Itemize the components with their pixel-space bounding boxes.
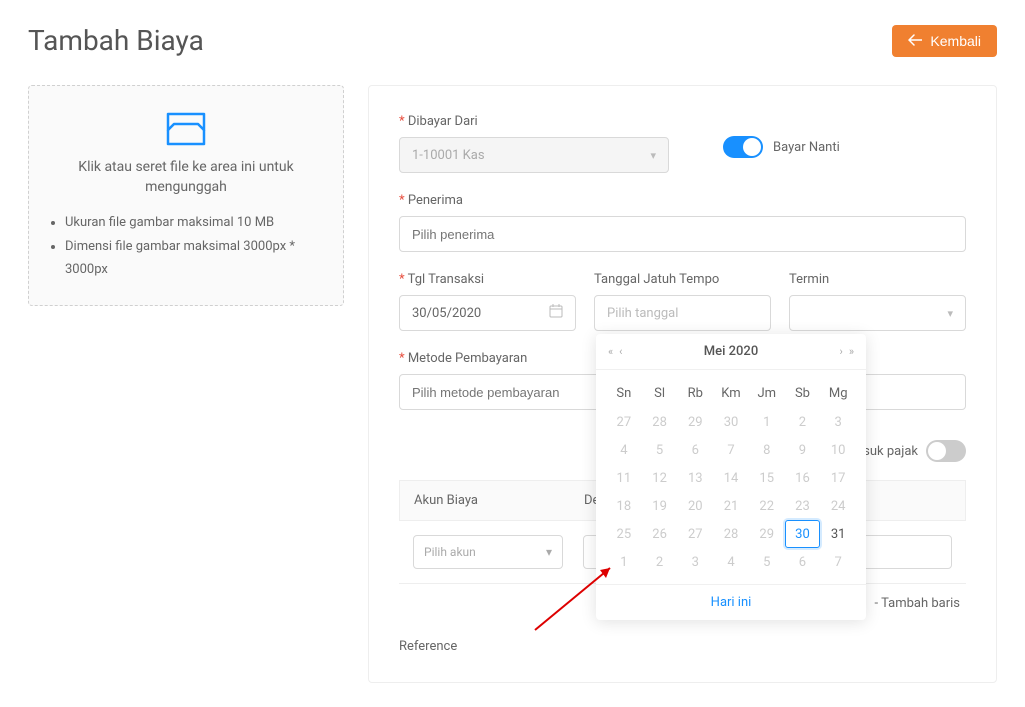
dp-day[interactable]: 19 [642, 492, 678, 520]
dp-day[interactable]: 5 [642, 436, 678, 464]
pajak-toggle[interactable] [926, 440, 966, 462]
dp-weekday: Sn [606, 378, 642, 408]
dp-day[interactable]: 4 [606, 436, 642, 464]
arrow-left-icon [908, 33, 922, 49]
tgl-jatuh-tempo-input[interactable]: Pilih tanggal [594, 295, 771, 331]
dp-next-month-icon[interactable]: › [840, 345, 843, 358]
dp-day[interactable]: 30 [785, 520, 821, 548]
dp-day[interactable]: 29 [677, 408, 713, 436]
chevron-down-icon: ▾ [546, 545, 552, 559]
termin-label: Termin [789, 272, 966, 287]
dp-day[interactable]: 28 [642, 408, 678, 436]
dp-day[interactable]: 26 [642, 520, 678, 548]
back-button[interactable]: Kembali [892, 25, 997, 57]
upload-hint-1: Ukuran file gambar maksimal 10 MB [65, 211, 325, 234]
dp-prev-year-icon[interactable]: « [608, 345, 613, 358]
upload-hint-2: Dimensi file gambar maksimal 3000px * 30… [65, 235, 325, 282]
tgl-jatuh-tempo-label: Tanggal Jatuh Tempo [594, 272, 771, 287]
dp-day[interactable]: 21 [713, 492, 749, 520]
inbox-icon [47, 110, 325, 148]
dibayar-dari-label: Dibayar Dari [399, 114, 669, 129]
dp-month-title[interactable]: Mei 2020 [704, 344, 758, 359]
penerima-input[interactable] [399, 216, 966, 252]
dp-day[interactable]: 6 [677, 436, 713, 464]
dp-day[interactable]: 28 [713, 520, 749, 548]
dp-day[interactable]: 10 [820, 436, 856, 464]
dp-day[interactable]: 15 [749, 464, 785, 492]
dp-day[interactable]: 5 [749, 548, 785, 576]
dp-day[interactable]: 25 [606, 520, 642, 548]
pilih-akun-select[interactable]: Pilih akun ▾ [413, 535, 563, 569]
dp-weekday: Sl [642, 378, 678, 408]
dp-prev-month-icon[interactable]: ‹ [619, 345, 622, 358]
dp-day[interactable]: 14 [713, 464, 749, 492]
dp-weekday: Mg [820, 378, 856, 408]
bayar-nanti-toggle[interactable] [723, 136, 763, 158]
akun-biaya-header: Akun Biaya [414, 493, 564, 508]
dp-day[interactable]: 7 [713, 436, 749, 464]
pilih-akun-placeholder: Pilih akun [424, 545, 476, 559]
bayar-nanti-label: Bayar Nanti [773, 140, 840, 155]
tgl-transaksi-label: Tgl Transaksi [399, 272, 576, 287]
dp-day[interactable]: 17 [820, 464, 856, 492]
dp-day[interactable]: 11 [606, 464, 642, 492]
dp-day[interactable]: 4 [713, 548, 749, 576]
tgl-transaksi-value: 30/05/2020 [412, 306, 481, 321]
dp-day[interactable]: 6 [785, 548, 821, 576]
back-button-label: Kembali [930, 33, 981, 49]
calendar-icon [549, 304, 563, 322]
dp-day[interactable]: 3 [677, 548, 713, 576]
dp-next-year-icon[interactable]: » [849, 345, 854, 358]
reference-label: Reference [399, 639, 966, 654]
dp-day[interactable]: 13 [677, 464, 713, 492]
upload-text: Klik atau seret file ke area ini untuk m… [47, 158, 325, 197]
dp-day[interactable]: 3 [820, 408, 856, 436]
dp-day[interactable]: 12 [642, 464, 678, 492]
dp-weekday: Sb [785, 378, 821, 408]
tgl-jatuh-tempo-placeholder: Pilih tanggal [607, 306, 678, 321]
dp-day[interactable]: 22 [749, 492, 785, 520]
dp-day[interactable]: 18 [606, 492, 642, 520]
dp-day[interactable]: 29 [749, 520, 785, 548]
dp-day[interactable]: 1 [606, 548, 642, 576]
dp-weekday: Rb [677, 378, 713, 408]
dp-day[interactable]: 9 [785, 436, 821, 464]
page-title: Tambah Biaya [28, 24, 204, 57]
upload-dropzone[interactable]: Klik atau seret file ke area ini untuk m… [28, 85, 344, 306]
dp-day[interactable]: 31 [820, 520, 856, 548]
datepicker-popup: « ‹ Mei 2020 › » SnSlRbKmJmSbMg272829301… [596, 334, 866, 620]
chevron-down-icon: ▾ [650, 149, 656, 162]
dibayar-dari-select[interactable]: 1-10001 Kas ▾ [399, 137, 669, 173]
dp-day[interactable]: 16 [785, 464, 821, 492]
dp-day[interactable]: 7 [820, 548, 856, 576]
dp-today-link[interactable]: Hari ini [596, 584, 866, 620]
termin-select[interactable]: ▾ [789, 295, 966, 331]
dp-day[interactable]: 2 [642, 548, 678, 576]
tgl-transaksi-input[interactable]: 30/05/2020 [399, 295, 576, 331]
dp-day[interactable]: 30 [713, 408, 749, 436]
chevron-down-icon: ▾ [947, 307, 953, 320]
dp-weekday: Km [713, 378, 749, 408]
dp-day[interactable]: 8 [749, 436, 785, 464]
dp-day[interactable]: 1 [749, 408, 785, 436]
dp-weekday: Jm [749, 378, 785, 408]
dp-day[interactable]: 20 [677, 492, 713, 520]
dp-day[interactable]: 27 [606, 408, 642, 436]
dp-day[interactable]: 2 [785, 408, 821, 436]
penerima-label: Penerima [399, 193, 966, 208]
dp-day[interactable]: 23 [785, 492, 821, 520]
dp-day[interactable]: 27 [677, 520, 713, 548]
dp-day[interactable]: 24 [820, 492, 856, 520]
dibayar-dari-value: 1-10001 Kas [412, 148, 485, 163]
